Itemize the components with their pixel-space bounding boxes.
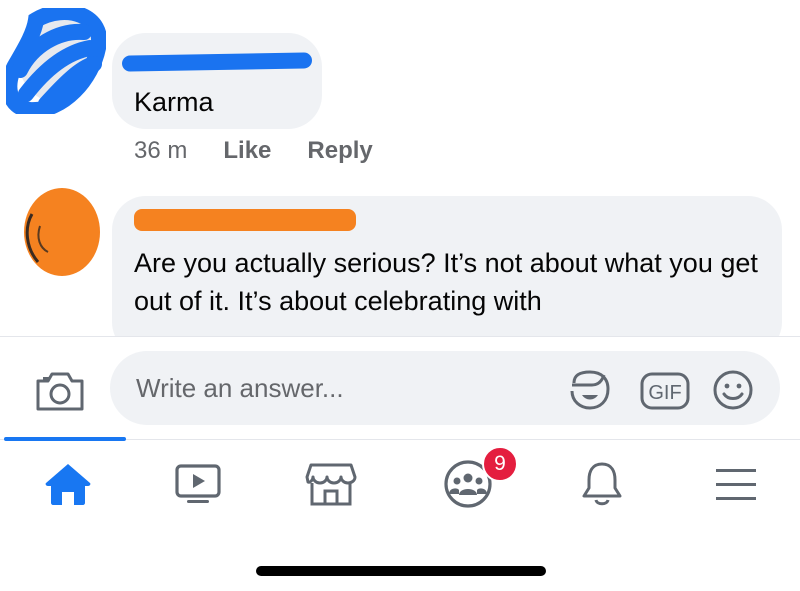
- groups-notification-badge: 9: [482, 446, 518, 482]
- camera-icon[interactable]: [34, 369, 86, 413]
- gif-label: GIF: [648, 382, 681, 404]
- name-redaction-mark: [121, 52, 313, 72]
- tab-watch[interactable]: [168, 458, 228, 510]
- emoji-icon[interactable]: [712, 369, 754, 411]
- comment-actions: 36 m Like Reply: [134, 137, 373, 165]
- answer-composer: GIF: [0, 336, 800, 436]
- name-redaction-mark: [134, 209, 356, 231]
- like-button[interactable]: Like: [223, 137, 271, 165]
- tab-home[interactable]: [38, 458, 98, 510]
- tab-marketplace[interactable]: [301, 458, 361, 510]
- gif-button[interactable]: GIF: [640, 372, 690, 410]
- active-tab-indicator: [4, 437, 126, 441]
- reply-button[interactable]: Reply: [307, 137, 372, 165]
- video-icon: [175, 464, 221, 503]
- screen: Karma 36 m Like Reply Are you actually s…: [0, 0, 800, 591]
- comment-text: Karma: [134, 87, 214, 117]
- comment-timestamp: 36 m: [134, 137, 188, 164]
- tab-menu[interactable]: [706, 458, 766, 510]
- tab-notifications[interactable]: [572, 458, 632, 510]
- home-indicator[interactable]: [256, 566, 546, 576]
- comment-bubble: Are you actually serious? It’s not about…: [112, 196, 782, 356]
- home-icon: [45, 464, 91, 505]
- avatar[interactable]: [18, 186, 102, 278]
- marketplace-icon: [305, 463, 357, 506]
- comment-bubble: Karma: [112, 33, 322, 129]
- bell-icon: [582, 462, 622, 506]
- sticker-icon[interactable]: [568, 369, 612, 411]
- avatar[interactable]: [1, 4, 107, 119]
- comment-text: Are you actually serious? It’s not about…: [134, 248, 758, 316]
- menu-icon: [716, 469, 756, 500]
